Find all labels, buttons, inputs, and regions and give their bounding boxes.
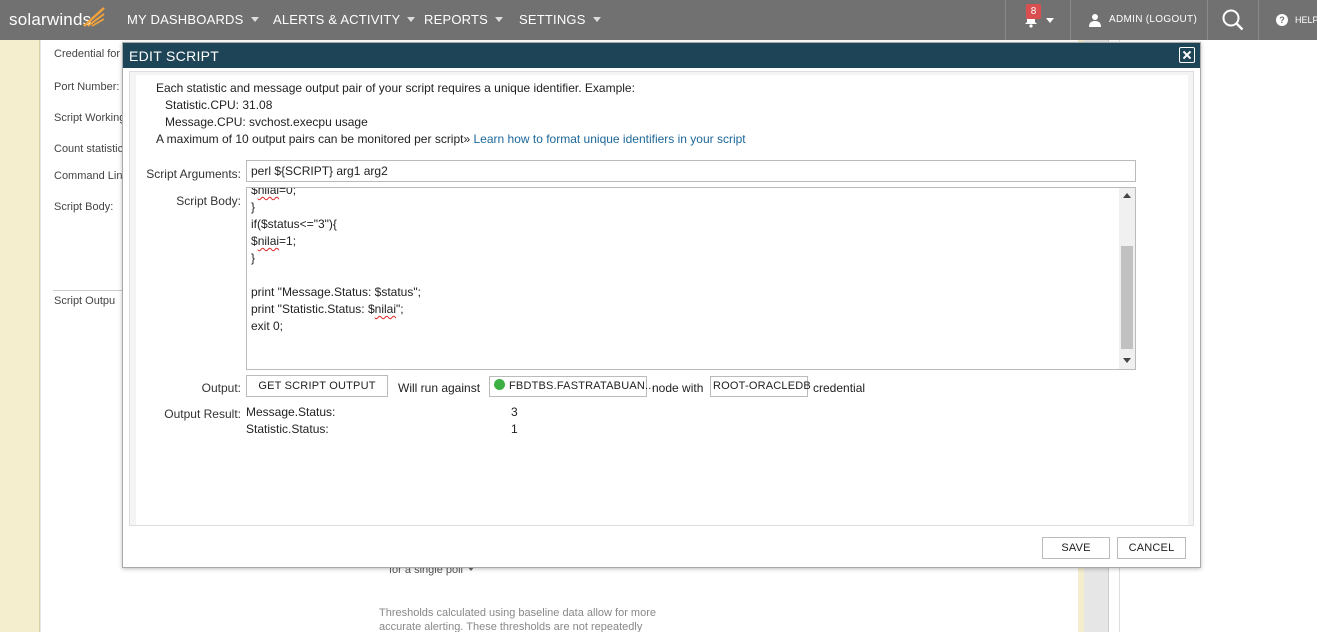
script-arguments-input[interactable] [246,160,1136,182]
chevron-down-icon[interactable] [1046,18,1054,23]
script-arguments-label: Script Arguments: [146,167,241,181]
output-result-label: Output Result: [164,407,241,421]
node-name: FBDTBS.FASTRATABUAN... [509,380,655,392]
user-logout-link[interactable]: ADMIN (LOGOUT) [1109,14,1197,25]
credential-name: ROOT-ORACLEDB [713,380,811,392]
learn-format-link[interactable]: Learn how to format unique identifiers i… [474,132,746,146]
will-run-against-text: Will run against [398,381,481,395]
bg-script-body-label: Script Body: [54,201,114,213]
close-icon[interactable] [1179,47,1195,63]
node-with-text: node with [652,381,704,395]
bg-divider [53,290,128,291]
solarwinds-flame-icon [83,7,105,27]
code-line: $nilai=0; [251,187,297,197]
code-line: } [251,251,256,265]
bg-script-output-label: Script Outpu [54,295,116,307]
code-line: exit 0; [251,319,284,333]
node-selector[interactable]: FBDTBS.FASTRATABUAN... [489,376,655,397]
nav-reports-label: REPORTS [424,12,489,27]
nav-my-dashboards[interactable]: MY DASHBOARDS [127,12,259,27]
node-status-up-icon [494,379,505,390]
bg-count-statistic-label: Count statistic [54,143,124,155]
save-button[interactable]: SAVE [1042,537,1110,559]
nav-alerts-activity[interactable]: ALERTS & ACTIVITY [273,12,416,27]
chevron-down-icon [407,17,416,22]
dialog-title: EDIT SCRIPT [129,48,220,64]
script-body-label: Script Body: [176,194,241,208]
solarwinds-logo[interactable]: solarwinds [9,10,91,30]
result-value: 3 [511,405,518,419]
code-line: } [251,200,256,214]
scroll-up-arrow-icon[interactable] [1123,193,1131,198]
chevron-down-icon [495,17,504,22]
background-left-strip [0,40,40,632]
info-limit-row: A maximum of 10 output pairs can be moni… [156,132,746,146]
top-navigation-bar: solarwinds MY DASHBOARDS ALERTS & ACTIVI… [0,0,1317,40]
result-key: Message.Status: [246,405,336,419]
bg-working-dir-label: Script Working [54,112,126,124]
bg-credential-label: Credential for [54,48,121,60]
dialog-header: EDIT SCRIPT [123,43,1200,68]
code-line: if($status<="3"){ [251,217,337,231]
cancel-button[interactable]: CANCEL [1117,537,1186,559]
bg-command-line-label: Command Lin [54,170,123,182]
nav-divider [1258,0,1259,40]
nav-my-dashboards-label: MY DASHBOARDS [127,12,244,27]
dialog-body-panel: Each statistic and message output pair o… [136,75,1188,525]
credential-selector[interactable]: ROOT-ORACLEDB [710,376,811,397]
info-text-unique-id: Each statistic and message output pair o… [156,81,635,95]
bg-threshold-note: Thresholds calculated using baseline dat… [379,607,656,632]
code-line: print "Message.Status: $status"; [251,285,421,299]
help-link[interactable]: HELP [1295,15,1317,25]
search-icon[interactable] [1222,9,1244,31]
edit-script-dialog: EDIT SCRIPT Each statistic and message o… [122,42,1201,568]
script-body-editor[interactable]: $nilai=0; } if($status<="3"){ $nilai=1; … [246,187,1136,370]
info-example-statistic: Statistic.CPU: 31.08 [165,98,273,112]
credential-text: credential [813,381,866,395]
output-label: Output: [201,381,241,395]
code-line: $nilai=1; [251,234,297,248]
dialog-body: Each statistic and message output pair o… [129,71,1194,526]
info-example-message: Message.CPU: svchost.execpu usage [165,115,368,129]
help-icon[interactable]: ? [1276,14,1288,26]
info-limit-text: A maximum of 10 output pairs can be moni… [156,132,471,146]
nav-settings-label: SETTINGS [519,12,586,27]
result-value: 1 [511,422,518,436]
nav-settings[interactable]: SETTINGS [519,12,601,27]
user-icon [1089,14,1101,27]
scrollbar-thumb[interactable] [1121,246,1133,349]
nav-divider [1005,0,1006,40]
chevron-down-icon [592,17,601,22]
nav-divider [1070,0,1071,40]
nav-alerts-activity-label: ALERTS & ACTIVITY [273,12,401,27]
result-key: Statistic.Status: [246,422,329,436]
code-line: print "Statistic.Status: $nilai"; [251,302,404,316]
notification-count-badge: 8 [1026,4,1041,19]
bg-port-label: Port Number: [54,81,120,93]
get-script-output-button[interactable]: GET SCRIPT OUTPUT [246,375,388,397]
chevron-down-icon [250,17,259,22]
scroll-down-arrow-icon[interactable] [1123,358,1131,363]
nav-divider [1207,0,1208,40]
nav-reports[interactable]: REPORTS [424,12,504,27]
